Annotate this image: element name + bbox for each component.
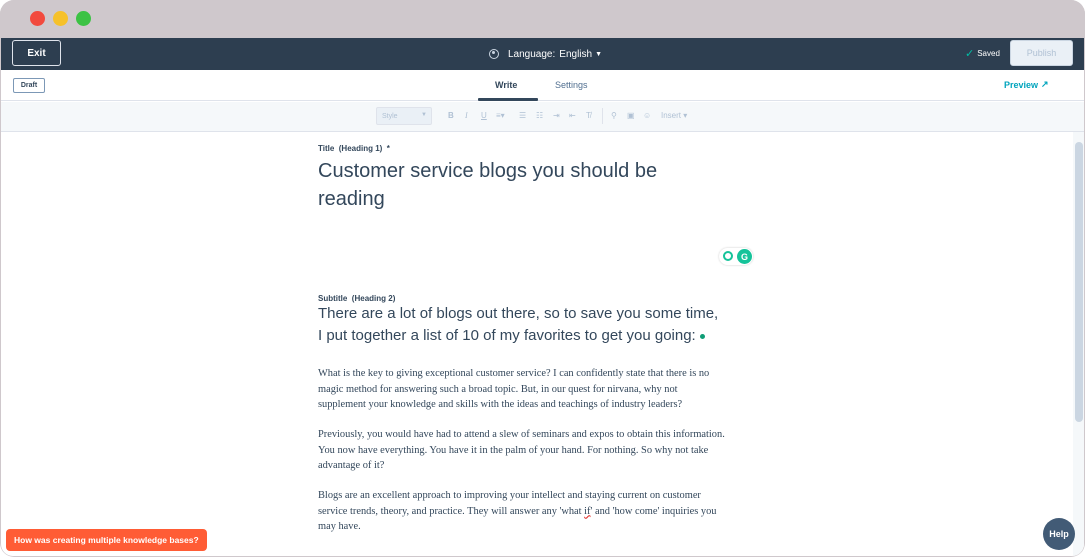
paragraph-line: What is the key to giving exceptional cu… [318, 368, 710, 379]
saved-label: Saved [977, 49, 1000, 58]
image-icon[interactable]: ▣ [627, 111, 635, 121]
emoji-icon[interactable]: ☺ [643, 111, 651, 121]
external-link-icon: ↗ [1041, 79, 1049, 89]
paragraph-line: may have. [318, 521, 361, 532]
preview-label: Preview [1004, 79, 1039, 90]
title-field-label: Title (Heading 1) * [318, 138, 768, 156]
paragraph-text: service trends, theory, and practice. Th… [318, 505, 585, 517]
body-paragraph[interactable]: Blogs are an excellent approach to impro… [318, 488, 763, 535]
window-titlebar [0, 0, 1085, 38]
body-paragraph[interactable]: Previously, you would have had to attend… [318, 427, 763, 474]
minimize-window-button[interactable] [53, 11, 68, 26]
paragraph-line-wrap: service trends, theory, and practice. Th… [318, 504, 763, 520]
style-dropdown-label: Style [382, 112, 398, 120]
subtitle-line-wrap: I put together a list of 10 of my favori… [318, 325, 768, 347]
subtitle-label: Subtitle [318, 294, 348, 303]
active-tab-indicator [478, 98, 538, 101]
numbered-list-icon[interactable]: ☷ [536, 111, 543, 121]
language-label: Language: [508, 48, 556, 60]
grammarly-status-dot [699, 333, 705, 339]
editor-topbar: Exit Language: English ▼ ✓ Saved Publish [1, 38, 1084, 70]
title-input[interactable]: Customer service blogs you should be rea… [318, 157, 758, 213]
check-icon: ✓ [965, 48, 975, 60]
title-hint: (Heading 1) [338, 144, 383, 153]
tab-write[interactable]: Write [495, 80, 517, 90]
close-window-button[interactable] [30, 11, 45, 26]
scrollbar-thumb[interactable] [1075, 142, 1083, 422]
chevron-down-icon: ▼ [595, 50, 603, 58]
subtitle-line: There are a lot of blogs out there, so t… [318, 305, 719, 322]
subtitle-line: I put together a list of 10 of my favori… [318, 327, 696, 344]
app-window: Exit Language: English ▼ ✓ Saved Publish… [1, 38, 1084, 556]
bulleted-list-icon[interactable]: ☰ [519, 111, 526, 121]
draft-status-badge: Draft [13, 78, 45, 93]
paragraph-line: supplement your knowledge and skills wit… [318, 399, 683, 410]
tabs-bar: Draft Write Settings Preview ↗ [1, 70, 1084, 101]
publish-button[interactable]: Publish [1010, 40, 1073, 66]
preview-link[interactable]: Preview ↗ [1004, 79, 1049, 90]
toolbar-divider [602, 108, 603, 124]
underline-icon[interactable]: U [481, 111, 487, 121]
globe-icon [489, 49, 499, 59]
paragraph-line: Blogs are an excellent approach to impro… [318, 490, 701, 501]
exit-button[interactable]: Exit [12, 40, 61, 66]
browser-frame: Exit Language: English ▼ ✓ Saved Publish… [0, 0, 1085, 557]
align-icon[interactable]: ≡▾ [496, 111, 505, 121]
paragraph-line: magic method for answering such a broad … [318, 383, 678, 395]
save-status: ✓ Saved [965, 47, 1000, 60]
subtitle-hint: (Heading 2) [351, 294, 396, 303]
language-value: English [559, 48, 593, 60]
insert-dropdown[interactable]: Insert ▾ [661, 111, 687, 120]
outdent-icon[interactable]: ⇤ [569, 111, 576, 121]
indent-icon[interactable]: ⇥ [553, 111, 560, 121]
feedback-prompt-button[interactable]: How was creating multiple knowledge base… [6, 529, 207, 551]
italic-icon[interactable]: I [465, 111, 468, 121]
paragraph-text: ' and 'how come' inquiries you [590, 505, 717, 517]
grammarly-widget[interactable]: G [719, 248, 753, 265]
title-label: Title [318, 144, 335, 153]
clear-format-icon[interactable]: T̸ [586, 111, 591, 121]
lightbulb-icon[interactable] [723, 251, 733, 261]
insert-label: Insert [661, 111, 682, 120]
body-paragraph[interactable]: What is the key to giving exceptional cu… [318, 366, 763, 413]
chevron-down-icon: ▼ [421, 112, 427, 118]
help-button[interactable]: Help [1043, 518, 1075, 550]
title-required-mark: * [386, 144, 390, 153]
formatting-toolbar: Style ▼ B I U ≡▾ ☰ ☷ ⇥ ⇤ T̸ ⚲ ▣ ☺ Insert… [1, 102, 1084, 132]
paragraph-line: advantage of it? [318, 460, 385, 471]
bold-icon[interactable]: B [448, 111, 454, 121]
language-selector[interactable]: Language: English ▼ [489, 46, 602, 62]
grammarly-icon[interactable]: G [737, 249, 752, 264]
paragraph-line: You now have everything. You have it in … [318, 444, 709, 456]
subtitle-input[interactable]: There are a lot of blogs out there, so t… [318, 303, 768, 347]
link-icon[interactable]: ⚲ [611, 111, 617, 121]
tab-settings[interactable]: Settings [555, 80, 588, 90]
title-line: Customer service blogs you should be [318, 160, 658, 182]
paragraph-line: Previously, you would have had to attend… [318, 429, 725, 440]
title-line: reading [318, 188, 385, 210]
maximize-window-button[interactable] [76, 11, 91, 26]
style-dropdown[interactable]: Style ▼ [376, 107, 432, 125]
